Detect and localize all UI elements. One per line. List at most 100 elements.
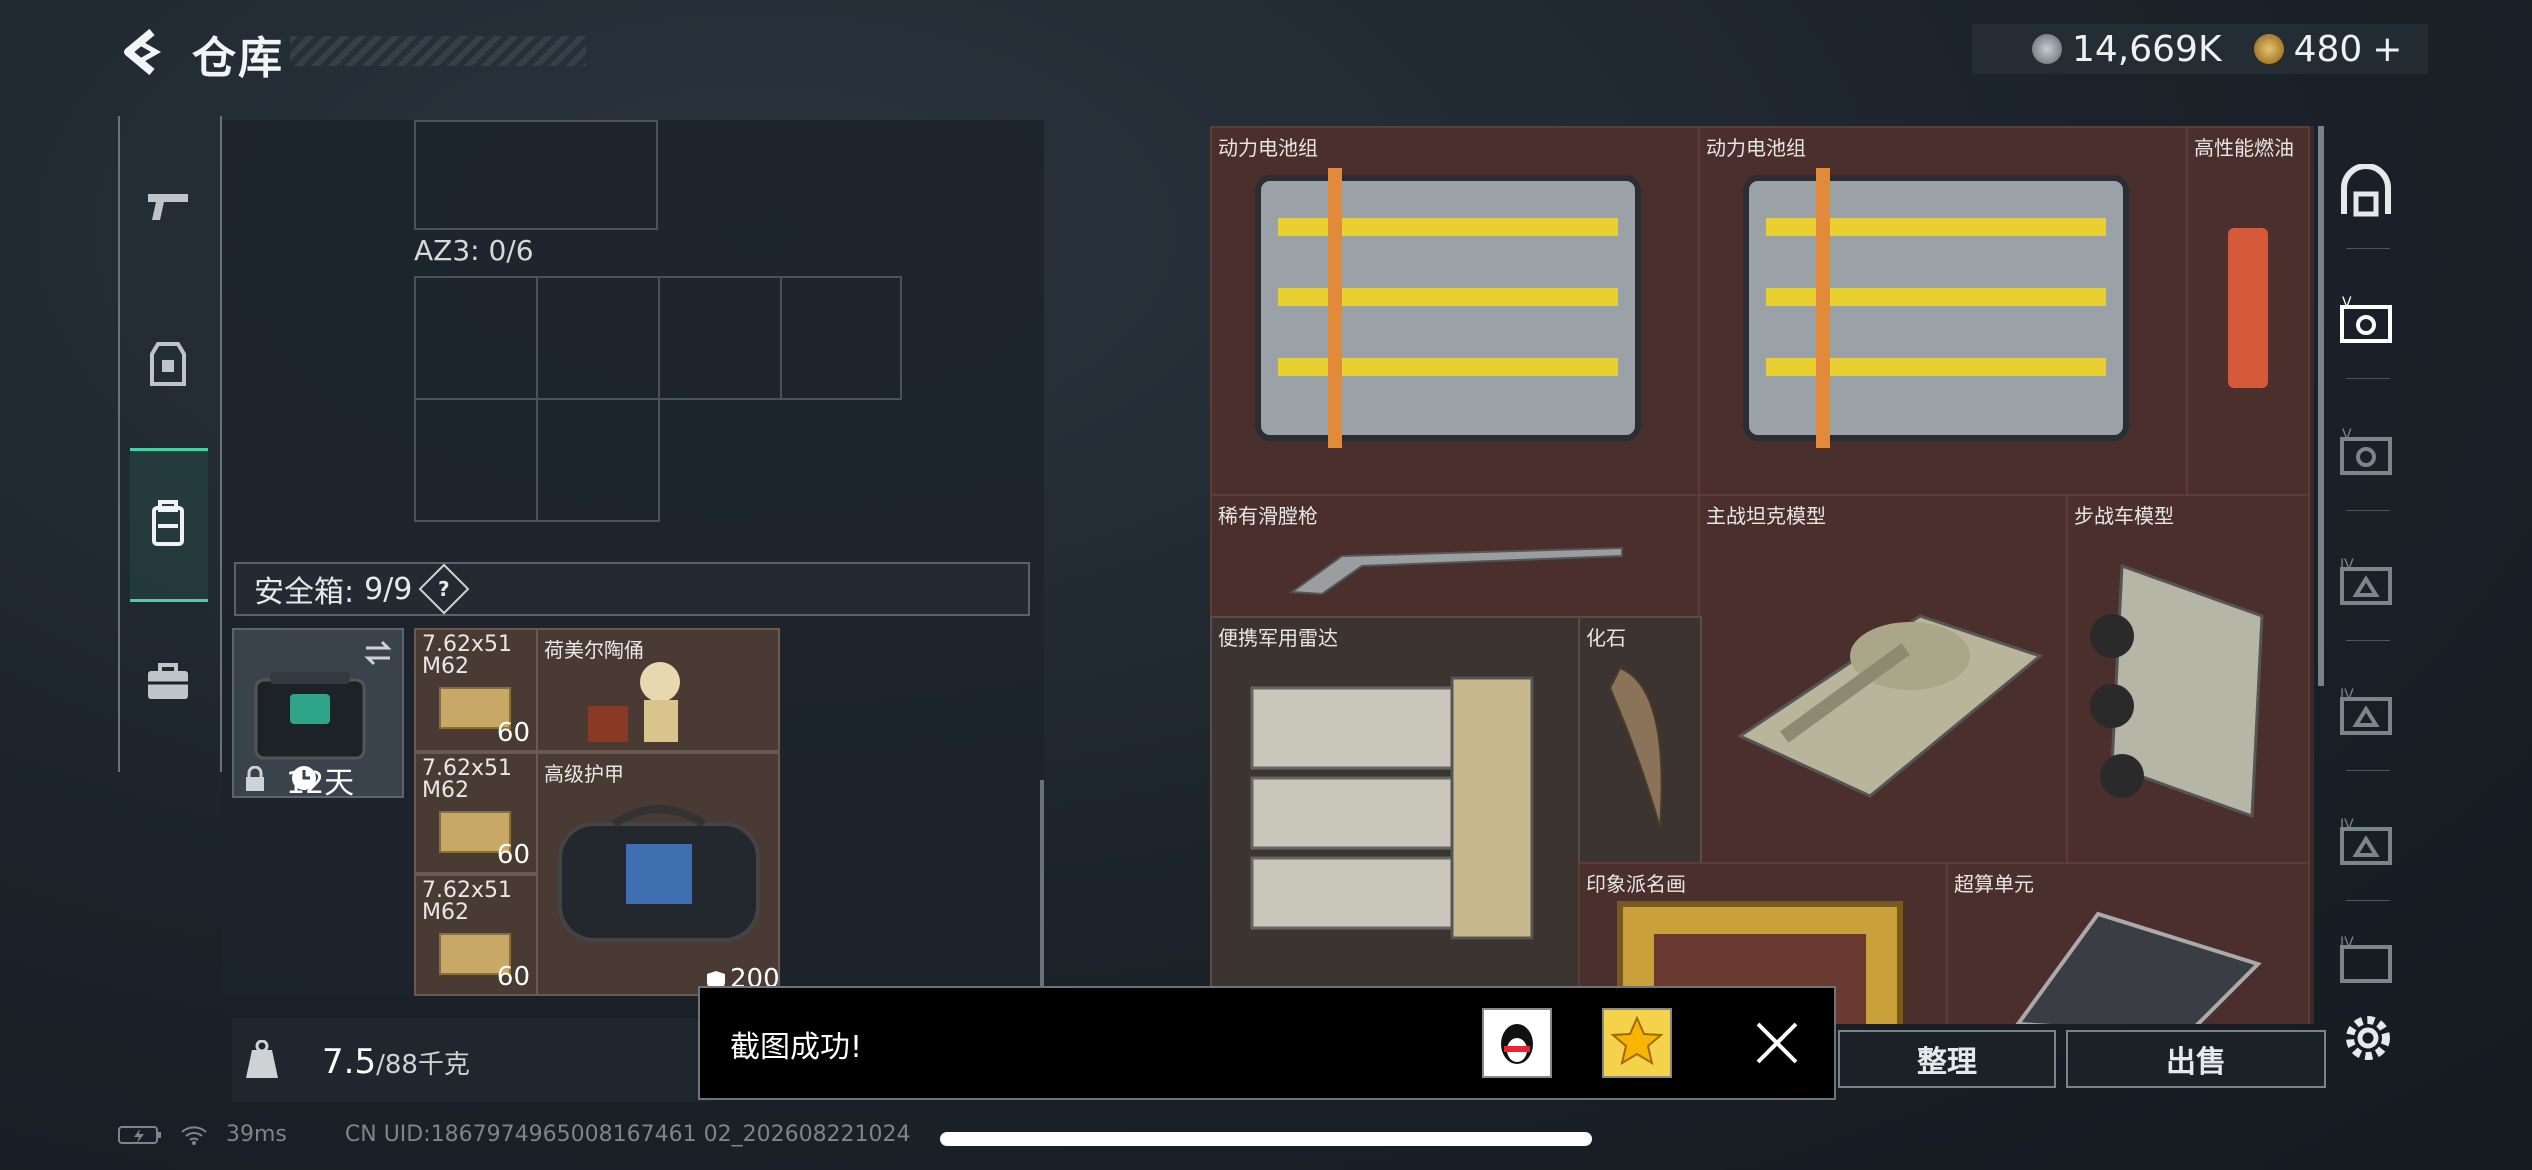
kg-weight-icon — [246, 1040, 278, 1078]
battery-pack-icon — [1743, 168, 2129, 448]
filter-tier-v-2[interactable]: V — [2336, 422, 2396, 482]
stash-item-fossil[interactable]: 化石 — [1578, 616, 1702, 864]
filter-tier-iv-4[interactable]: IV — [2336, 930, 2396, 990]
tier-label: IV — [2340, 935, 2354, 951]
ammo-label: 7.62x51 M62 — [422, 756, 512, 803]
container-cell[interactable] — [414, 276, 538, 400]
fossil-claw-icon — [1608, 666, 1663, 829]
stash-item-fuel[interactable]: 高性能燃油 — [2186, 126, 2310, 496]
supercomputer-icon — [2015, 911, 2262, 1024]
nav-divider — [2346, 640, 2390, 641]
container-cell[interactable] — [658, 276, 782, 400]
nav-armor[interactable] — [132, 328, 204, 400]
armor-item[interactable]: 高级护甲 200 — [536, 752, 780, 996]
weight-max: /88千克 — [376, 1050, 470, 1080]
left-scrollbar[interactable] — [1040, 780, 1044, 990]
stash-item-musket[interactable]: 稀有滑膛枪 — [1210, 494, 1700, 618]
nav-divider — [2346, 770, 2390, 771]
filter-tier-iv-2[interactable]: IV — [2336, 682, 2396, 742]
swap-icon[interactable] — [362, 638, 394, 668]
figurine-icon — [588, 662, 680, 742]
silver-amount: 14,669K — [2072, 28, 2222, 70]
tier-iv-icon: IV — [2340, 817, 2392, 865]
gold-amount: 480 — [2293, 28, 2363, 70]
item-name: 主战坦克模型 — [1706, 504, 1826, 528]
status-bar: 39ms CN UID:1867974965008167461 02_20260… — [118, 1122, 911, 1147]
sort-button[interactable]: 整理 — [1838, 1030, 2056, 1088]
stash-item-battery[interactable]: 动力电池组 — [1210, 126, 1700, 496]
settings-gear-icon[interactable] — [2340, 1010, 2396, 1066]
help-button[interactable]: ? — [418, 563, 470, 615]
arch-icon — [2341, 164, 2391, 217]
safe-box-capacity: 9/9 — [364, 571, 413, 607]
weight-bar — [232, 1018, 712, 1102]
tier-label: IV — [2340, 557, 2354, 573]
stash-item-tank-model[interactable]: 主战坦克模型 — [1698, 494, 2068, 864]
back-button[interactable] — [118, 26, 170, 78]
stash-item-supercomputer[interactable]: 超算单元 — [1946, 862, 2310, 1024]
filter-tier-v[interactable]: V — [2336, 290, 2396, 350]
safe-box-icon — [254, 672, 366, 760]
currency-bar: 14,669K 480 + — [1972, 24, 2428, 74]
stash-item-ifv-model[interactable]: 步战车模型 — [2066, 494, 2310, 864]
tier-label: V — [2342, 295, 2352, 311]
nav-briefcase[interactable] — [132, 646, 204, 718]
filter-all[interactable] — [2336, 162, 2396, 222]
container-cell[interactable] — [536, 276, 660, 400]
item-name: 印象派名画 — [1586, 872, 1686, 896]
nav-divider — [2346, 378, 2390, 379]
ifv-model-icon — [2090, 563, 2264, 819]
qzone-star-icon — [1610, 1015, 1664, 1066]
item-name: 动力电池组 — [1706, 136, 1806, 160]
briefcase-icon — [148, 663, 188, 699]
nav-backpack[interactable] — [132, 488, 204, 560]
musket-icon — [1289, 546, 1623, 596]
home-indicator[interactable] — [940, 1132, 1592, 1146]
battery-icon — [118, 1125, 161, 1144]
filter-tier-iv[interactable]: IV — [2336, 552, 2396, 612]
ping-value: 39ms — [226, 1122, 287, 1147]
container-grid-top[interactable] — [414, 120, 658, 230]
pistol-icon — [148, 194, 188, 220]
stash-item-radar[interactable]: 便携军用雷达 — [1210, 616, 1580, 1024]
tank-model-icon — [1736, 614, 2044, 798]
weight-current: 7.5 — [322, 1042, 377, 1082]
sell-button[interactable]: 出售 — [2066, 1030, 2326, 1088]
nav-weapons[interactable] — [132, 170, 204, 242]
item-name: 高性能燃油 — [2194, 136, 2294, 160]
nav-divider — [2346, 510, 2390, 511]
tier-v-icon: V — [2340, 295, 2392, 343]
toast-message: 截图成功! — [730, 1030, 863, 1065]
tier-v-icon: V — [2340, 427, 2392, 475]
ammo-count: 60 — [496, 840, 530, 870]
vest-icon — [150, 342, 186, 386]
ammo-slot[interactable]: 7.62x51 M62 60 — [414, 628, 538, 752]
ammo-slot[interactable]: 7.62x51 M62 60 — [414, 874, 538, 996]
figurine-item[interactable]: 荷美尔陶俑 — [536, 628, 780, 752]
ammo-label: 7.62x51 M62 — [422, 632, 512, 679]
safe-box-header: 安全箱: 9/9 ? — [234, 562, 1030, 616]
share-qq-button[interactable] — [1482, 1008, 1552, 1078]
share-qzone-button[interactable] — [1602, 1008, 1672, 1078]
ammo-slot[interactable]: 7.62x51 M62 60 — [414, 752, 538, 874]
tier-label: IV — [2340, 817, 2354, 833]
fuel-can-icon — [2228, 228, 2268, 388]
item-name: 步战车模型 — [2074, 504, 2174, 528]
help-icon: ? — [438, 576, 451, 601]
stash-item-battery[interactable]: 动力电池组 — [1698, 126, 2188, 496]
item-name: 高级护甲 — [544, 762, 624, 786]
filter-tier-iv-3[interactable]: IV — [2336, 812, 2396, 872]
close-icon[interactable] — [1750, 1016, 1804, 1070]
container-cell[interactable] — [780, 276, 902, 400]
container-cell[interactable] — [536, 398, 660, 522]
stash-filter-nav: V V IV IV IV IV — [2320, 126, 2412, 1026]
add-gold-button[interactable]: + — [2372, 29, 2402, 70]
silver-coin-icon — [2032, 34, 2062, 64]
item-name: 化石 — [1586, 626, 1626, 650]
qq-penguin-icon — [1501, 1024, 1533, 1064]
tier-label: IV — [2340, 687, 2354, 703]
tier-iv-icon: IV — [2340, 687, 2392, 735]
container-cell[interactable] — [414, 398, 538, 522]
az3-slot-label: AZ3: 0/6 — [414, 234, 534, 267]
ammo-count: 60 — [496, 962, 530, 992]
